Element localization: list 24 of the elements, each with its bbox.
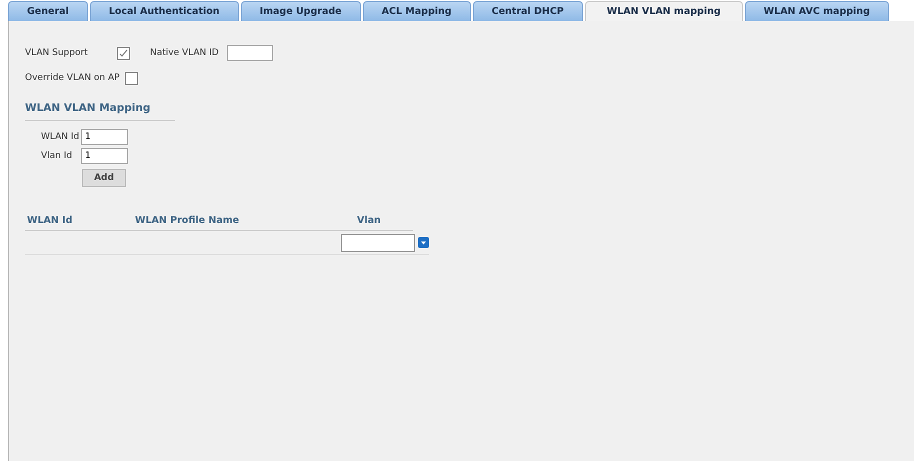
field-label: Override VLAN on AP: [25, 73, 120, 83]
section-heading: WLAN VLAN Mapping: [25, 102, 175, 121]
input-field[interactable]: 1: [81, 148, 128, 164]
checkbox[interactable]: [117, 46, 130, 60]
field-label: Native VLAN ID: [150, 48, 219, 58]
column-header: WLAN Profile Name: [135, 215, 240, 226]
checkbox[interactable]: [124, 72, 138, 84]
tab[interactable]: WLAN VLAN mapping: [584, 1, 743, 21]
column-header: Vlan: [357, 215, 382, 226]
field-label: Vlan Id: [41, 151, 74, 161]
tab[interactable]: Image Upgrade: [240, 1, 361, 21]
field-label: VLAN Support: [25, 48, 89, 58]
tab[interactable]: ACL Mapping: [362, 1, 471, 21]
input-field[interactable]: 1: [81, 129, 128, 145]
tab[interactable]: Central DHCP: [472, 1, 583, 21]
vlan-select[interactable]: [341, 234, 415, 252]
field-label: WLAN Id: [41, 132, 80, 142]
add-button[interactable]: Add: [82, 169, 126, 187]
tab[interactable]: Local Authentication: [90, 1, 239, 21]
tab[interactable]: General: [8, 1, 88, 21]
tab[interactable]: WLAN AVC mapping: [744, 1, 889, 21]
dropdown-icon[interactable]: [418, 237, 429, 248]
column-header: WLAN Id: [27, 215, 74, 226]
input-field[interactable]: [226, 45, 273, 61]
